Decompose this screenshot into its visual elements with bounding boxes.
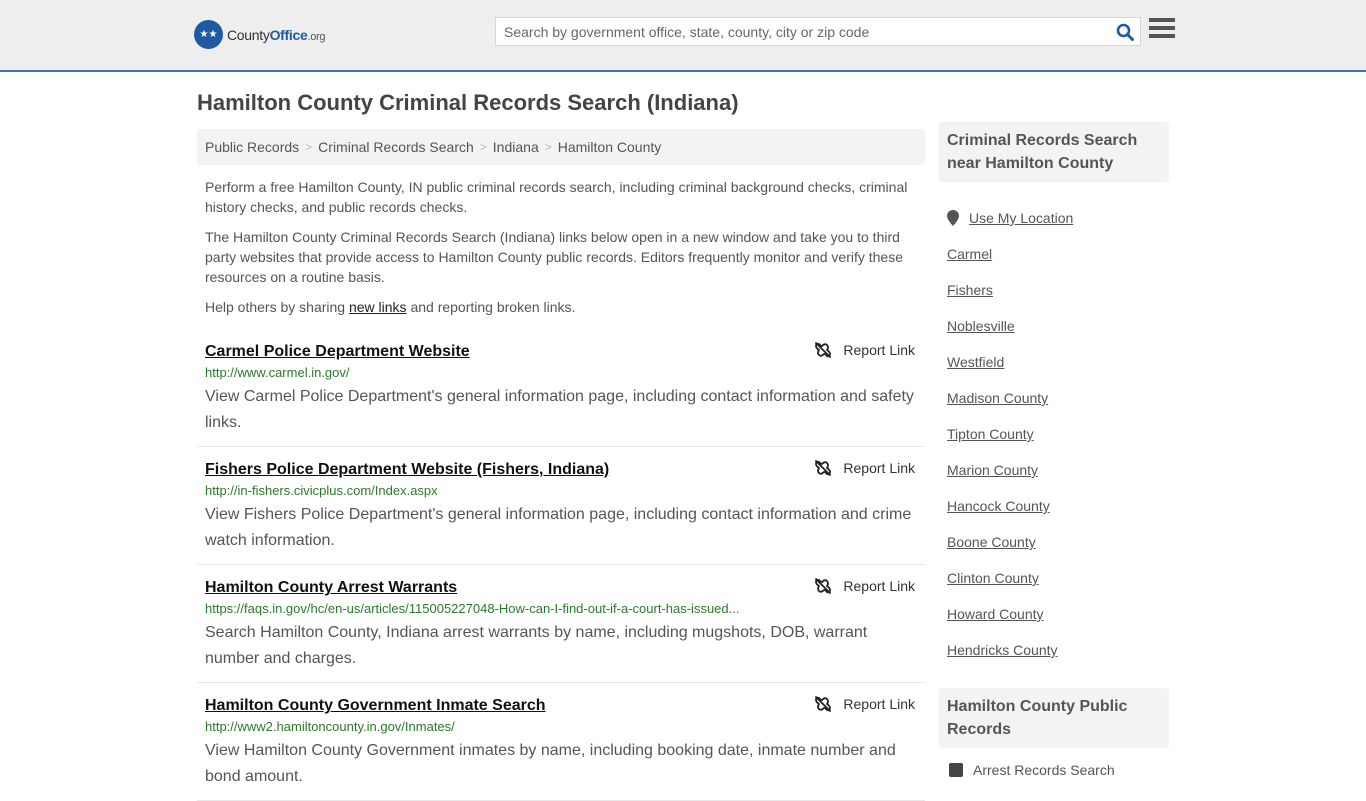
result-item: Hamilton County Arrest Warrants Report L…	[197, 565, 925, 683]
result-description: View Hamilton County Government inmates …	[205, 742, 896, 785]
intro-paragraph: Perform a free Hamilton County, IN publi…	[205, 179, 908, 215]
site-header: ★★ CountyOffice.org	[0, 0, 1366, 72]
logo-eagle-icon: ★★	[194, 20, 223, 49]
public-records-heading: Hamilton County Public Records	[939, 688, 1169, 748]
breadcrumb-separator: >	[544, 140, 552, 154]
use-my-location-link[interactable]: Use My Location	[969, 208, 1073, 228]
report-link-button[interactable]: Report Link	[815, 342, 915, 358]
broken-link-icon	[815, 696, 832, 712]
intro-paragraph: The Hamilton County Criminal Records Sea…	[205, 229, 903, 285]
nearby-link[interactable]: Hancock County	[947, 496, 1161, 516]
intro-help: Help others by sharing new links and rep…	[205, 299, 576, 315]
report-link-button[interactable]: Report Link	[815, 696, 915, 712]
breadcrumb-separator: >	[305, 140, 313, 154]
result-url: http://www.carmel.in.gov/	[205, 365, 350, 380]
breadcrumb-separator: >	[479, 140, 487, 154]
search-icon	[1116, 23, 1134, 41]
nearby-link[interactable]: Tipton County	[947, 424, 1161, 444]
nearby-link[interactable]: Boone County	[947, 532, 1161, 552]
result-url: http://in-fishers.civicplus.com/Index.as…	[205, 483, 438, 498]
result-item: Carmel Police Department Website Report …	[197, 329, 925, 447]
result-title-link[interactable]: Hamilton County Arrest Warrants	[205, 579, 457, 596]
result-item: Hamilton County Government Inmate Search…	[197, 683, 925, 801]
result-title-link[interactable]: Fishers Police Department Website (Fishe…	[205, 461, 609, 478]
nearby-list: Use My Location Carmel Fishers Noblesville…	[939, 182, 1169, 660]
result-title-link[interactable]: Hamilton County Government Inmate Search	[205, 697, 546, 714]
nearby-link[interactable]: Marion County	[947, 460, 1161, 480]
new-links-link[interactable]: new links	[349, 299, 407, 315]
result-url: https://faqs.in.gov/hc/en-us/articles/11…	[205, 601, 740, 616]
result-description: View Carmel Police Department's general …	[205, 388, 914, 431]
result-url: http://www2.hamiltoncounty.in.gov/Inmate…	[205, 719, 455, 734]
search-bar	[495, 17, 1141, 46]
search-button[interactable]	[1110, 18, 1140, 45]
result-title-link[interactable]: Carmel Police Department Website	[205, 343, 470, 360]
nearby-link[interactable]: Madison County	[947, 388, 1161, 408]
breadcrumb-public-records[interactable]: Public Records	[205, 139, 299, 155]
main-content: Hamilton County Criminal Records Search …	[197, 72, 925, 801]
nearby-link[interactable]: Howard County	[947, 604, 1161, 624]
broken-link-icon	[815, 460, 832, 476]
nearby-link[interactable]: Noblesville	[947, 316, 1161, 336]
report-link-button[interactable]: Report Link	[815, 578, 915, 594]
page-title: Hamilton County Criminal Records Search …	[197, 90, 739, 115]
use-location-row: Use My Location	[947, 208, 1161, 228]
report-link-button[interactable]: Report Link	[815, 460, 915, 476]
result-description: View Fishers Police Department's general…	[205, 506, 912, 549]
nearby-link[interactable]: Hendricks County	[947, 640, 1161, 660]
result-item: Fishers Police Department Website (Fishe…	[197, 447, 925, 565]
nearby-link[interactable]: Clinton County	[947, 568, 1161, 588]
sidebar: Criminal Records Search near Hamilton Co…	[939, 122, 1169, 778]
broken-link-icon	[815, 578, 832, 594]
nearby-heading: Criminal Records Search near Hamilton Co…	[939, 122, 1169, 182]
nearby-link[interactable]: Fishers	[947, 280, 1161, 300]
arrest-records-icon	[949, 763, 963, 777]
logo[interactable]: ★★ CountyOffice.org	[194, 20, 326, 49]
breadcrumb: Public Records > Criminal Records Search >…	[197, 129, 925, 165]
breadcrumb-indiana[interactable]: Indiana	[493, 139, 539, 155]
breadcrumb-criminal-records[interactable]: Criminal Records Search	[318, 139, 474, 155]
breadcrumb-hamilton-county[interactable]: Hamilton County	[558, 139, 662, 155]
nearby-link[interactable]: Carmel	[947, 244, 1161, 264]
broken-link-icon	[815, 342, 832, 358]
result-description: Search Hamilton County, Indiana arrest w…	[205, 624, 868, 667]
hamburger-menu-icon[interactable]	[1149, 18, 1175, 42]
map-pin-icon	[947, 210, 959, 226]
public-records-item[interactable]: Arrest Records Search	[939, 762, 1169, 778]
logo-text: CountyOffice.org	[227, 26, 326, 43]
nearby-link[interactable]: Westfield	[947, 352, 1161, 372]
search-input[interactable]	[496, 23, 1110, 40]
intro: Perform a free Hamilton County, IN publi…	[197, 177, 925, 317]
